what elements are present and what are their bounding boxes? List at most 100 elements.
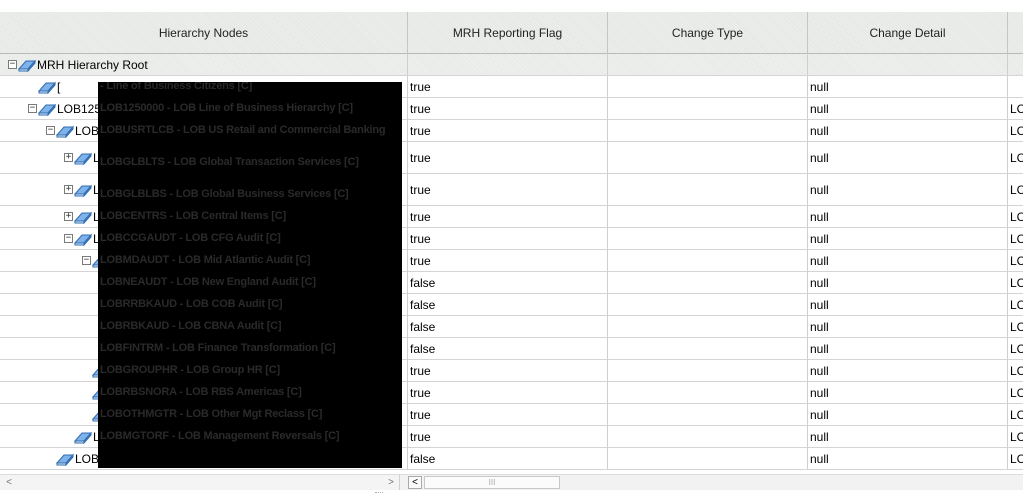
change-detail-cell[interactable]: null — [808, 448, 1008, 469]
change-detail-cell[interactable]: null — [808, 228, 1008, 249]
reporting-flag-cell[interactable]: true — [408, 120, 608, 141]
collapse-toggle-icon[interactable]: − — [28, 104, 37, 113]
change-detail-cell[interactable]: null — [808, 294, 1008, 315]
tree-node[interactable]: − MRH Hierarchy Root — [8, 54, 148, 75]
reporting-flag-cell[interactable]: true — [408, 206, 608, 227]
scroll-left-button[interactable]: < — [408, 476, 422, 489]
extra-cell[interactable] — [1008, 76, 1023, 97]
change-type-cell[interactable] — [608, 448, 808, 469]
extra-cell[interactable]: LC — [1008, 250, 1023, 271]
change-detail-cell[interactable]: null — [808, 360, 1008, 381]
extra-cell[interactable]: LC — [1008, 206, 1023, 227]
reporting-flag-cell[interactable]: false — [408, 448, 608, 469]
collapse-toggle-icon[interactable]: − — [8, 60, 17, 69]
reporting-flag-cell[interactable]: false — [408, 294, 608, 315]
change-detail-cell[interactable]: null — [808, 206, 1008, 227]
change-detail-cell[interactable]: null — [808, 174, 1008, 205]
change-type-cell[interactable] — [608, 206, 808, 227]
change-detail-cell[interactable]: null — [808, 338, 1008, 359]
extra-cell[interactable]: LC — [1008, 174, 1023, 205]
grid-cell[interactable] — [808, 54, 1008, 75]
tree-node[interactable]: − LOB1 — [46, 120, 106, 141]
scroll-thumb[interactable]: III — [424, 476, 560, 489]
tree-root-row[interactable]: − MRH Hierarchy Root — [0, 54, 1023, 76]
column-header-change-detail[interactable]: Change Detail — [808, 12, 1008, 54]
change-type-cell[interactable] — [608, 294, 808, 315]
reporting-flag-cell[interactable]: true — [408, 228, 608, 249]
collapse-toggle-icon[interactable]: − — [46, 126, 55, 135]
reporting-flag-cell[interactable]: true — [408, 76, 608, 97]
reporting-flag-cell[interactable]: false — [408, 338, 608, 359]
extra-cell[interactable]: LC — [1008, 338, 1023, 359]
change-type-cell[interactable] — [608, 142, 808, 173]
column-header-mrh-reporting-flag[interactable]: MRH Reporting Flag — [408, 12, 608, 54]
extra-cell[interactable]: LC — [1008, 382, 1023, 403]
change-detail-cell[interactable]: null — [808, 404, 1008, 425]
change-type-cell[interactable] — [608, 228, 808, 249]
reporting-flag-cell[interactable]: true — [408, 174, 608, 205]
extra-cell[interactable]: LC — [1008, 120, 1023, 141]
reporting-flag-cell[interactable]: true — [408, 250, 608, 271]
extra-value: LC — [1010, 101, 1023, 116]
expand-toggle-icon[interactable]: + — [64, 185, 73, 194]
expand-toggle-icon[interactable]: + — [64, 153, 73, 162]
right-pane-scroll[interactable]: < III — [404, 476, 904, 490]
column-header-change-type[interactable]: Change Type — [608, 12, 808, 54]
change-detail-cell[interactable]: null — [808, 316, 1008, 337]
change-type-cell[interactable] — [608, 316, 808, 337]
change-type-cell[interactable] — [608, 382, 808, 403]
change-detail-cell[interactable]: null — [808, 426, 1008, 447]
extra-cell[interactable]: LC — [1008, 360, 1023, 381]
left-pane-scroll[interactable]: < > — [0, 475, 400, 490]
extra-cell[interactable]: LC — [1008, 228, 1023, 249]
resize-grip-icon[interactable] — [375, 492, 383, 496]
extra-cell[interactable]: LC — [1008, 448, 1023, 469]
expand-toggle-icon[interactable]: + — [64, 212, 73, 221]
extra-cell[interactable]: LC — [1008, 316, 1023, 337]
grid-cell[interactable] — [408, 54, 608, 75]
extra-cell[interactable]: LC — [1008, 404, 1023, 425]
scroll-right-arrow-icon[interactable]: > — [384, 476, 398, 489]
change-type-cell[interactable] — [608, 98, 808, 119]
tree-node[interactable]: [ — [38, 76, 60, 97]
grid-cell[interactable] — [1008, 54, 1023, 75]
change-type-cell[interactable] — [608, 174, 808, 205]
change-type-cell[interactable] — [608, 250, 808, 271]
hierarchy-cell[interactable]: − MRH Hierarchy Root — [0, 54, 408, 75]
column-header-extra[interactable] — [1008, 12, 1023, 54]
change-detail-cell[interactable]: null — [808, 120, 1008, 141]
change-detail-cell[interactable]: null — [808, 250, 1008, 271]
change-detail-cell[interactable]: null — [808, 98, 1008, 119]
horizontal-scrollbar[interactable]: < > < III — [0, 474, 1023, 490]
change-type-cell[interactable] — [608, 338, 808, 359]
change-type-cell[interactable] — [608, 76, 808, 97]
reporting-flag-cell[interactable]: true — [408, 142, 608, 173]
extra-cell[interactable]: LC — [1008, 142, 1023, 173]
reporting-flag-cell[interactable]: true — [408, 360, 608, 381]
change-type-cell[interactable] — [608, 360, 808, 381]
change-type-cell[interactable] — [608, 404, 808, 425]
change-detail-cell[interactable]: null — [808, 142, 1008, 173]
change-detail-cell[interactable]: null — [808, 272, 1008, 293]
reporting-flag-cell[interactable]: true — [408, 382, 608, 403]
reporting-flag-cell[interactable]: true — [408, 404, 608, 425]
change-detail-cell[interactable]: null — [808, 382, 1008, 403]
reporting-flag-cell[interactable]: false — [408, 316, 608, 337]
reporting-flag-cell[interactable]: true — [408, 426, 608, 447]
change-detail-cell[interactable]: null — [808, 76, 1008, 97]
collapse-toggle-icon[interactable]: − — [82, 256, 91, 265]
extra-cell[interactable]: LC — [1008, 98, 1023, 119]
column-header-hierarchy-nodes[interactable]: Hierarchy Nodes — [0, 12, 408, 54]
reporting-flag-cell[interactable]: true — [408, 98, 608, 119]
extra-cell[interactable]: LC — [1008, 294, 1023, 315]
extra-cell[interactable]: LC — [1008, 272, 1023, 293]
reporting-flag-cell[interactable]: false — [408, 272, 608, 293]
scroll-left-arrow-icon[interactable]: < — [2, 476, 16, 489]
collapse-toggle-icon[interactable]: − — [64, 234, 73, 243]
extra-cell[interactable]: LC — [1008, 426, 1023, 447]
change-type-cell[interactable] — [608, 426, 808, 447]
extra-value: LC — [1010, 123, 1023, 138]
change-type-cell[interactable] — [608, 120, 808, 141]
grid-cell[interactable] — [608, 54, 808, 75]
change-type-cell[interactable] — [608, 272, 808, 293]
